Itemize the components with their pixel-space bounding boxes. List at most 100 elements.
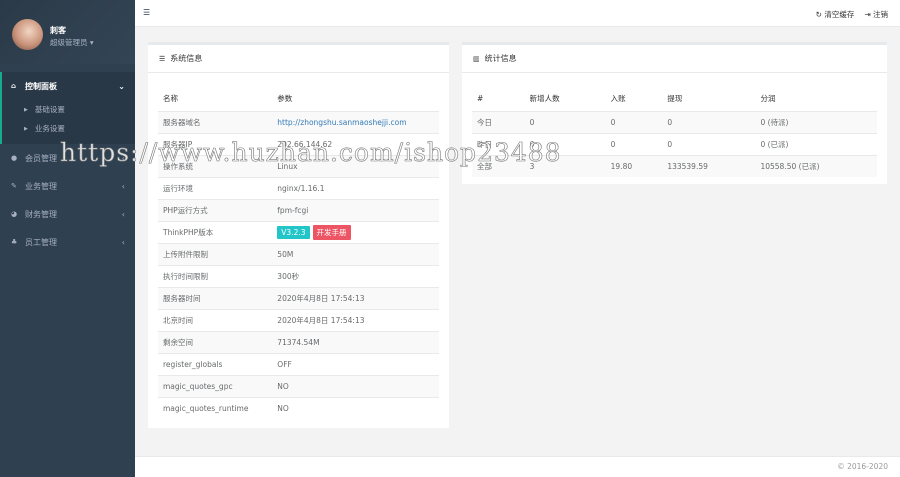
table-cell: 133539.59 — [662, 154, 756, 177]
param-value: fpm-fcgi — [272, 198, 439, 221]
param-value: OFF — [272, 352, 439, 375]
table-row: 服务器域名 http://zhongshu.sanmaoshejji.com — [158, 110, 439, 133]
statistics-panel: ▥ 统计信息 # 新增人数 入账 提现 分润 今日 0 0 0 0 (待派) 昨日 0 0 0 0 (已派)… — [462, 42, 887, 184]
panel-title: 系统信息 — [170, 54, 203, 63]
dev-manual-button[interactable]: 开发手册 — [312, 224, 351, 240]
chevron-left-icon: ‹ — [121, 237, 125, 247]
table-row: 服务器IP 202.66.144.62 — [158, 132, 439, 155]
user-name: 刺客 — [50, 26, 66, 35]
sidebar-item-business[interactable]: ✎ 业务管理 ‹ — [0, 172, 135, 200]
sidebar: 刺客 超级管理员 ▾ ⌂ 控制面板 ⌄ ▶ 基础设置 ▶ 业务设置 ● 会员管理 ‹ ✎ 业务… — [0, 0, 135, 477]
table-cell: 全部 — [472, 154, 525, 177]
clear-cache-label: 清空缓存 — [824, 10, 855, 19]
system-info-panel: ☰ 系统信息 名称 参数 服务器域名 http://zhongshu.sanmaosh… — [148, 42, 449, 428]
pie-chart-icon: ◕ — [11, 210, 18, 218]
param-name: 操作系统 — [158, 154, 273, 177]
param-value: 50M — [272, 242, 439, 265]
edit-icon: ✎ — [11, 182, 17, 190]
table-row: 今日 0 0 0 0 (待派) — [472, 110, 877, 133]
server-domain-link[interactable]: http://zhongshu.sanmaoshejji.com — [277, 118, 406, 127]
clear-cache-button[interactable]: ↻ 清空缓存 — [816, 9, 855, 20]
column-header: 入账 — [610, 94, 626, 104]
table-row: 剩余空间 71374.54M — [158, 330, 439, 353]
param-name: magic_quotes_gpc — [158, 374, 273, 397]
table-row: 北京时间 2020年4月8日 17:54:13 — [158, 308, 439, 331]
sidebar-item-label: 控制面板 — [25, 81, 57, 91]
table-cell: 0 (待派) — [755, 110, 877, 133]
sidebar-item-label: 业务管理 — [25, 181, 57, 191]
column-header: 名称 — [163, 94, 178, 104]
system-info-table: 名称 参数 服务器域名 http://zhongshu.sanmaoshejji.c… — [158, 87, 439, 419]
sidebar-subitem-basic-settings[interactable]: ▶ 基础设置 — [2, 100, 135, 119]
table-cell: 0 — [524, 132, 606, 155]
table-row: 上传附件限制 50M — [158, 242, 439, 265]
caret-right-icon: ▶ — [24, 106, 28, 113]
param-value: 202.66.144.62 — [272, 132, 439, 155]
column-header: 提现 — [667, 94, 683, 104]
table-row: 昨日 0 0 0 0 (已派) — [472, 132, 877, 155]
table-cell: 10558.50 (已派) — [755, 154, 877, 177]
param-value: NO — [272, 396, 439, 419]
param-value: NO — [272, 374, 439, 397]
param-value: 2020年4月8日 17:54:13 — [272, 308, 439, 331]
param-name: 北京时间 — [158, 308, 273, 331]
param-name: 服务器域名 — [158, 110, 273, 133]
bar-chart-icon: ▥ — [473, 54, 480, 63]
param-value: 2020年4月8日 17:54:13 — [272, 286, 439, 309]
table-cell: 昨日 — [472, 132, 525, 155]
param-value: 71374.54M — [272, 330, 439, 353]
table-cell: 0 — [605, 132, 663, 155]
chevron-down-icon: ⌄ — [118, 81, 125, 91]
avatar — [12, 19, 43, 50]
sidebar-subitem-label: 业务设置 — [34, 124, 65, 133]
table-cell: 19.80 — [605, 154, 663, 177]
user-role-dropdown[interactable]: 超级管理员 ▾ — [50, 37, 94, 48]
param-value: 300秒 — [272, 264, 439, 287]
sidebar-item-members[interactable]: ● 会员管理 ‹ — [0, 144, 135, 172]
sidebar-subitem-business-settings[interactable]: ▶ 业务设置 — [2, 119, 135, 138]
sidebar-item-staff[interactable]: ♣ 员工管理 ‹ — [0, 228, 135, 256]
table-row: 执行时间限制 300秒 — [158, 264, 439, 287]
param-value: nginx/1.16.1 — [272, 176, 439, 199]
table-cell: 0 — [662, 110, 756, 133]
param-name: register_globals — [158, 352, 273, 375]
column-header: 分润 — [760, 94, 776, 104]
table-row: ThinkPHP版本 V3.2.3 开发手册 — [158, 220, 439, 243]
statistics-table: # 新增人数 入账 提现 分润 今日 0 0 0 0 (待派) 昨日 0 0 0 0 (已派) 全部 3 19.… — [472, 87, 877, 177]
sidebar-item-finance[interactable]: ◕ 财务管理 ‹ — [0, 200, 135, 228]
column-header: # — [477, 94, 484, 104]
param-name: ThinkPHP版本 — [158, 220, 273, 243]
table-row: 全部 3 19.80 133539.59 10558.50 (已派) — [472, 154, 877, 177]
sidebar-item-dashboard[interactable]: ⌂ 控制面板 ⌄ — [0, 72, 135, 100]
sidebar-item-label: 员工管理 — [25, 237, 57, 247]
top-navbar: ☰ ↻ 清空缓存 ⇥ 注销 — [135, 0, 900, 27]
table-cell: 0 — [662, 132, 756, 155]
user-icon: ● — [11, 154, 18, 162]
table-row: 操作系统 Linux — [158, 154, 439, 177]
chevron-left-icon: ‹ — [121, 181, 125, 191]
param-name: PHP运行方式 — [158, 198, 273, 221]
menu-toggle-icon[interactable]: ☰ — [143, 8, 150, 17]
chevron-left-icon: ‹ — [121, 209, 125, 219]
sidebar-item-label: 财务管理 — [25, 209, 57, 219]
param-name: 执行时间限制 — [158, 264, 273, 287]
param-name: magic_quotes_runtime — [158, 396, 273, 419]
version-badge: V3.2.3 — [277, 225, 310, 239]
logout-label: 注销 — [873, 10, 888, 19]
param-name: 运行环境 — [158, 176, 273, 199]
table-cell: 0 (已派) — [755, 132, 877, 155]
sidebar-item-label: 会员管理 — [25, 153, 57, 163]
param-value: V3.2.3 开发手册 — [272, 220, 439, 243]
sitemap-icon: ♣ — [11, 238, 18, 246]
table-row: 运行环境 nginx/1.16.1 — [158, 176, 439, 199]
panel-title: 统计信息 — [484, 54, 517, 63]
table-cell: 3 — [524, 154, 606, 177]
caret-right-icon: ▶ — [24, 125, 28, 132]
table-row: PHP运行方式 fpm-fcgi — [158, 198, 439, 221]
table-row: magic_quotes_runtime NO — [158, 396, 439, 419]
column-header: 新增人数 — [529, 94, 560, 104]
logout-button[interactable]: ⇥ 注销 — [864, 9, 888, 20]
user-profile: 刺客 超级管理员 ▾ — [0, 0, 135, 64]
server-icon: ☰ — [159, 54, 166, 63]
table-cell: 0 — [605, 110, 663, 133]
